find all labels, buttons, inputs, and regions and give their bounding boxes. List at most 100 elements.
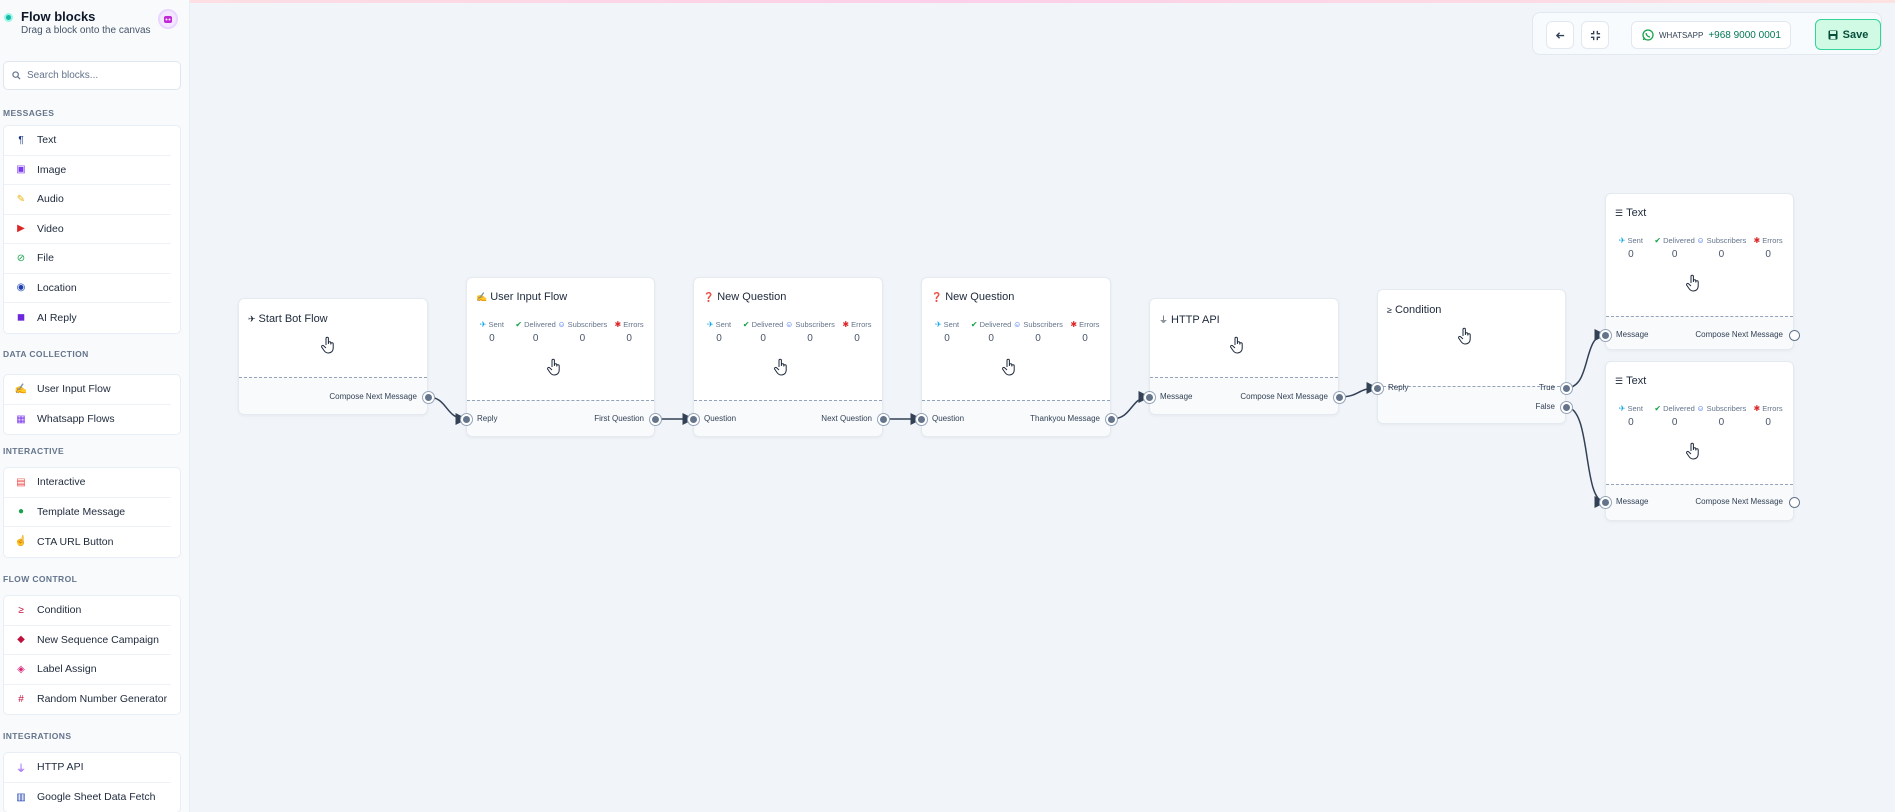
flow-node-start[interactable]: ✈ Start Bot Flow Compose Next Message <box>238 298 428 415</box>
sidebar-item-image[interactable]: ▣ Image <box>4 156 171 185</box>
node-stats: ✈ Sent 0 ✔ Delivered 0 ☺ Subscribers 0 ✱ Errors 0 <box>694 320 882 344</box>
output-port-label: First Question <box>594 414 644 423</box>
node-footer: Reply First Question <box>467 400 654 436</box>
sidebar-item-label-assign[interactable]: ◈ Label Assign <box>4 655 171 685</box>
stat-value: 0 <box>1765 417 1771 428</box>
sidebar-item-http-api[interactable]: ⏚ HTTP API <box>4 753 171 783</box>
sidebar-item-condition[interactable]: ≥ Condition <box>4 596 171 626</box>
sidebar-item-text[interactable]: ¶ Text <box>4 126 171 156</box>
flow-node-condition[interactable]: ≥ Condition Reply True False <box>1377 289 1566 424</box>
sidebar-item-cta-url-button[interactable]: ☝ CTA URL Button <box>4 527 171 557</box>
node-stats: ✈ Sent 0 ✔ Delivered 0 ☺ Subscribers 0 ✱ Errors 0 <box>467 320 654 344</box>
stat-sent: ✈ Sent 0 <box>1609 236 1653 260</box>
whatsapp-number-badge[interactable]: WHATSAPP +968 9000 0001 <box>1631 21 1791 49</box>
hand-pointer-icon <box>546 358 562 376</box>
output-port[interactable] <box>1333 391 1345 403</box>
sidebar-item-label: Label Assign <box>37 663 97 676</box>
sidebar-item-ai-reply[interactable]: ◼ AI Reply <box>4 303 171 333</box>
save-button[interactable]: Save <box>1815 19 1881 50</box>
sidebar-item-label: Video <box>37 222 64 235</box>
sidebar-item-random-number-generator[interactable]: # Random Number Generator <box>4 685 171 715</box>
flow-node-http[interactable]: ⏚ HTTP API Message Compose Next Message <box>1149 298 1339 415</box>
save-label: Save <box>1842 28 1869 41</box>
stat-label-text: Errors <box>623 320 644 329</box>
stat-subscribers: ☺ Subscribers 0 <box>1696 404 1746 428</box>
node-stats: ✈ Sent 0 ✔ Delivered 0 ☺ Subscribers 0 ✱ Errors 0 <box>1606 404 1793 428</box>
sent-icon: ✈ <box>934 320 942 329</box>
video-icon: ▶ <box>17 223 25 235</box>
output-port[interactable] <box>649 413 661 425</box>
flow-node-user-input[interactable]: ✍ User Input Flow ✈ Sent 0 ✔ Delivered 0 ☺ Subscr… <box>466 277 655 437</box>
sidebar-item-interactive[interactable]: ▤ Interactive <box>4 468 171 498</box>
sidebar-item-whatsapp-flows[interactable]: ▦ Whatsapp Flows <box>4 405 171 435</box>
sidebar-item-label: CTA URL Button <box>37 535 114 548</box>
avatar[interactable] <box>158 9 178 29</box>
stat-value: 0 <box>944 333 950 344</box>
sidebar-item-audio[interactable]: ✎ Audio <box>4 185 171 215</box>
status-dot <box>4 13 13 22</box>
sidebar-item-label: Audio <box>37 193 64 206</box>
subscribers-icon: ☺ <box>785 320 794 329</box>
audio-icon: ✎ <box>16 193 26 205</box>
node-title-text: User Input Flow <box>490 291 568 303</box>
stat-errors: ✱ Errors 0 <box>1746 236 1790 260</box>
sidebar-item-template-message[interactable]: ● Template Message <box>4 498 171 527</box>
stat-value: 0 <box>1718 417 1725 428</box>
stat-value: 0 <box>1671 417 1678 428</box>
hash-icon: # <box>18 693 24 705</box>
sidebar-item-new-sequence-campaign[interactable]: ◆ New Sequence Campaign <box>4 626 171 655</box>
hand-pointer-icon <box>1457 327 1473 345</box>
sent-icon: ✈ <box>1618 404 1626 413</box>
false-port-label: False <box>1535 402 1555 411</box>
stat-value: 0 <box>760 333 766 344</box>
node-type-icon: ☰ <box>1615 207 1624 218</box>
input-port[interactable] <box>460 413 472 425</box>
output-port[interactable] <box>1105 413 1117 425</box>
back-button[interactable] <box>1546 21 1574 49</box>
input-port[interactable] <box>1599 496 1611 508</box>
sidebar-item-label: Google Sheet Data Fetch <box>37 791 156 804</box>
section-label: INTEGRATIONS <box>3 731 72 741</box>
true-output-port[interactable] <box>1560 382 1572 394</box>
false-output-port[interactable] <box>1560 401 1572 413</box>
sent-icon: ✈ <box>706 320 714 329</box>
stat-errors: ✱ Errors 0 <box>835 320 879 344</box>
flow-node-text1[interactable]: ☰ Text ✈ Sent 0 ✔ Delivered 0 ☺ Subscribers 0 ✱ Erro… <box>1605 193 1794 350</box>
output-port[interactable] <box>1788 496 1800 508</box>
stat-label: ✱ Errors <box>1746 404 1790 413</box>
output-port-label: Compose Next Message <box>1695 497 1783 506</box>
output-port[interactable] <box>877 413 889 425</box>
input-port[interactable] <box>687 413 699 425</box>
flow-node-question1[interactable]: ❓ New Question ✈ Sent 0 ✔ Delivered 0 ☺ Subscribe… <box>693 277 883 437</box>
output-port[interactable] <box>422 391 434 403</box>
stat-label: ✔ Delivered <box>1653 236 1697 245</box>
delivered-icon: ✔ <box>515 320 523 329</box>
stat-label: ✔ Delivered <box>1653 404 1697 413</box>
input-port[interactable] <box>1371 382 1383 394</box>
sidebar-item-file[interactable]: ⊘ File <box>4 244 171 274</box>
search-input[interactable] <box>27 70 177 81</box>
sidebar-item-google-sheet-data-fetch[interactable]: ▥ Google Sheet Data Fetch <box>4 783 171 812</box>
node-title: ❓ New Question <box>931 291 1014 303</box>
flow-node-question2[interactable]: ❓ New Question ✈ Sent 0 ✔ Delivered 0 ☺ Subscribe… <box>921 277 1111 437</box>
block-group: ▤ Interactive ● Template Message ☝ CTA URL Bu… <box>3 467 181 558</box>
flow-node-text2[interactable]: ☰ Text ✈ Sent 0 ✔ Delivered 0 ☺ Subscribers 0 ✱ Erro… <box>1605 361 1794 521</box>
sidebar-item-location[interactable]: ◉ Location <box>4 274 171 303</box>
sidebar-item-video[interactable]: ▶ Video <box>4 215 171 244</box>
output-port[interactable] <box>1788 329 1800 341</box>
sidebar-item-label: AI Reply <box>37 311 77 324</box>
input-port[interactable] <box>1599 329 1611 341</box>
input-port[interactable] <box>1143 391 1155 403</box>
flow-blocks-sidebar: Flow blocks Drag a block onto the canvas… <box>0 0 190 812</box>
whatsapp-label: WHATSAPP <box>1659 30 1704 40</box>
block-group: ¶ Text ▣ Image ✎ Audio ▶ Video ⊘ File ◉ Location ◼ AI… <box>3 125 181 334</box>
sidebar-item-label: Location <box>37 281 77 294</box>
node-footer: Compose Next Message <box>239 377 427 414</box>
search-box[interactable] <box>3 61 181 90</box>
sidebar-item-user-input-flow[interactable]: ✍ User Input Flow <box>4 375 171 405</box>
input-port[interactable] <box>915 413 927 425</box>
input-port-label: Reply <box>1388 383 1409 392</box>
stat-label-text: Delivered <box>524 320 556 329</box>
floppy-disk-icon <box>1828 30 1838 39</box>
fit-view-button[interactable] <box>1581 21 1609 49</box>
